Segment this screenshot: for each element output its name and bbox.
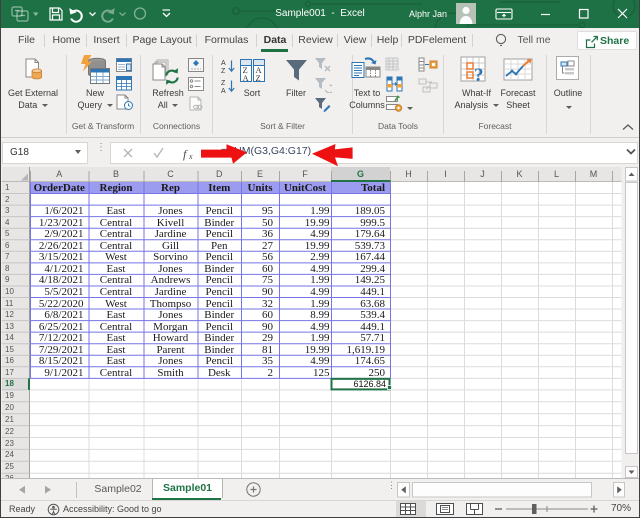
svg-text:Z: Z — [256, 73, 261, 83]
svg-text:A: A — [221, 60, 226, 67]
svg-text:Z: Z — [221, 80, 226, 87]
svg-text:x: x — [188, 152, 193, 161]
svg-text:?: ? — [474, 65, 484, 86]
svg-text:f: f — [183, 147, 188, 161]
svg-text:Z: Z — [221, 68, 226, 75]
svg-text:A: A — [221, 88, 226, 95]
svg-text:A: A — [243, 73, 250, 83]
